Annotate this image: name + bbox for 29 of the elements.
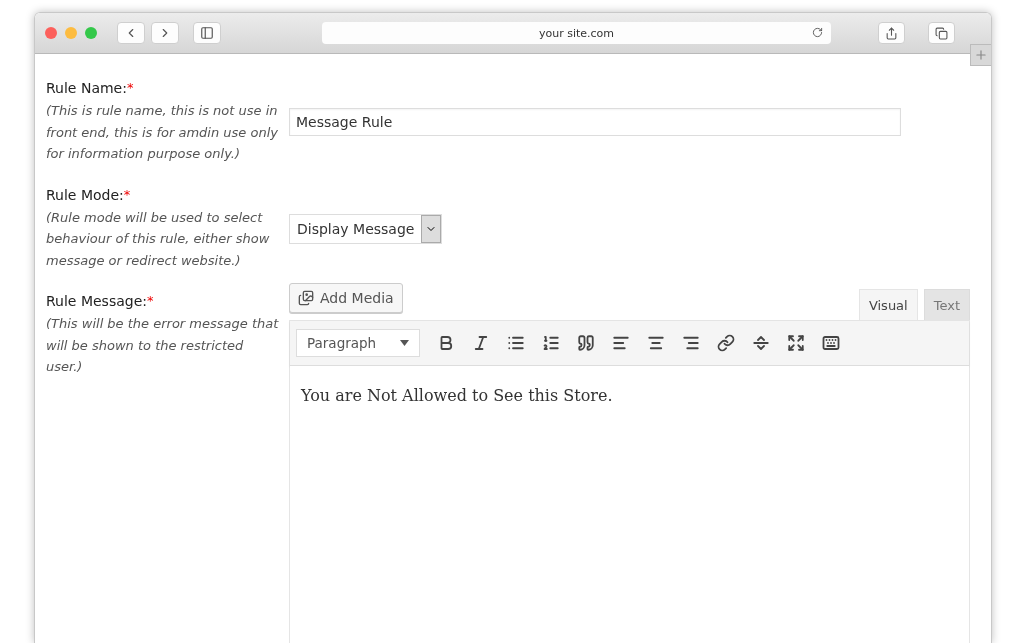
share-icon — [885, 26, 898, 40]
plus-icon — [974, 48, 988, 62]
field-label: Rule Message: — [46, 293, 147, 309]
tabs-button[interactable] — [928, 22, 955, 44]
dropdown[interactable]: Display Message — [289, 213, 443, 244]
media-icon — [298, 290, 314, 306]
format-dropdown[interactable]: Paragraph — [296, 329, 420, 357]
field-hint: (Rule mode will be used to select behaviour of this rule, either show message or redirect website.) — [46, 208, 271, 270]
field-hint: (This will be the error message that will be shown to the restricted user.) — [46, 315, 280, 376]
required-mark: * — [126, 80, 134, 95]
editor-tab[interactable]: Text — [923, 289, 970, 321]
share-button[interactable] — [878, 22, 905, 44]
required-mark: * — [123, 186, 131, 202]
sidebar-button[interactable] — [193, 22, 221, 44]
forward-button[interactable] — [151, 22, 179, 44]
caret-icon — [400, 340, 409, 346]
chevron-down-icon — [421, 214, 442, 243]
required-mark: * — [147, 293, 154, 308]
editor-tab[interactable]: Visual — [858, 289, 918, 321]
text-field[interactable]: Message Rule — [289, 108, 901, 137]
field-hint: (This is rule name, this is not use in front end, this is for amdin use only for information purpose only.) — [46, 102, 279, 163]
field-label: Rule Mode: — [46, 186, 124, 203]
add-media-button[interactable]: Add Media — [289, 283, 403, 313]
address-bar[interactable]: your site.com — [322, 22, 831, 44]
tabs-icon — [935, 26, 948, 40]
field-label: Rule Name: — [46, 80, 127, 96]
reload-icon[interactable] — [812, 27, 823, 38]
back-button[interactable] — [117, 22, 145, 44]
sidebar-icon — [200, 26, 214, 40]
